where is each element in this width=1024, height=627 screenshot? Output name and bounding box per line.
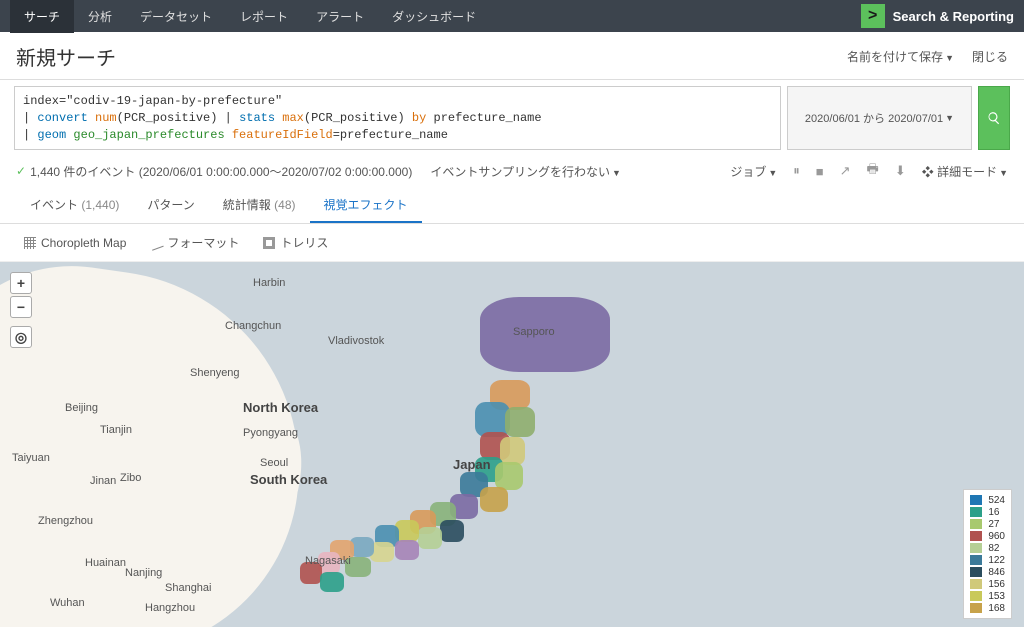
search-button[interactable] [978,86,1010,150]
legend-row: 27 [970,518,1005,530]
prefecture-shape[interactable] [418,527,442,549]
locate-button[interactable]: ◎ [10,326,32,348]
legend-row: 524 [970,494,1005,506]
legend-swatch [970,531,982,541]
stop-icon[interactable]: ■ [816,164,824,179]
sampling-dropdown[interactable]: イベントサンプリングを行わない▼ [430,163,621,180]
status-right: ジョブ▼ ⏸ ■ ↗ 🖶 ⬇ ❖ 詳細モード▼ [730,160,1008,182]
nav-alerts[interactable]: アラート [302,0,378,33]
legend-row: 168 [970,602,1005,614]
prefecture-shape[interactable] [345,557,371,577]
legend-value: 122 [988,555,1005,566]
top-navbar: サーチ 分析 データセット レポート アラート ダッシュボード > Search… [0,0,1024,32]
prefecture-shape[interactable] [320,572,344,592]
map-city-label: Vladivostok [328,335,384,347]
pause-icon[interactable]: ⏸ [793,163,800,179]
legend-row: 960 [970,530,1005,542]
format-icon [149,235,164,250]
legend-row: 153 [970,590,1005,602]
prefecture-shape[interactable] [480,297,610,372]
legend-value: 156 [988,579,1005,590]
choropleth-map[interactable]: + − ◎ HarbinChangchunVladivostokShenyeng… [0,262,1024,627]
topnav-right: > Search & Reporting [861,4,1014,28]
page-title: 新規サーチ [16,42,116,71]
viz-type-picker[interactable]: Choropleth Map [24,234,126,251]
legend-row: 122 [970,554,1005,566]
nav-reports[interactable]: レポート [226,0,302,33]
share-icon[interactable]: ↗ [840,163,851,179]
legend-value: 168 [988,603,1005,614]
search-row: index="codiv-19-japan-by-prefecture" | c… [0,80,1024,150]
legend-value: 846 [988,567,1005,578]
topnav-left: サーチ 分析 データセット レポート アラート ダッシュボード [10,0,490,33]
legend-swatch [970,519,982,529]
map-legend: 524162796082122846156153168 [963,489,1012,619]
title-actions: 名前を付けて保存▼ 閉じる [847,48,1008,65]
status-bar: ✓ 1,440 件のイベント (2020/06/01 0:00:00.000〜2… [0,150,1024,188]
event-count-text: 1,440 件のイベント (2020/06/01 0:00:00.000〜202… [30,163,412,180]
search-input[interactable]: index="codiv-19-japan-by-prefecture" | c… [14,86,781,150]
legend-value: 27 [988,519,999,530]
legend-swatch [970,555,982,565]
title-bar: 新規サーチ 名前を付けて保存▼ 閉じる [0,32,1024,80]
legend-swatch [970,543,982,553]
prefecture-shape[interactable] [300,562,322,584]
prefecture-shape[interactable] [480,487,508,512]
legend-value: 16 [988,507,999,518]
viz-format-button[interactable]: フォーマット [150,234,239,251]
legend-swatch [970,507,982,517]
brand-text: Search & Reporting [893,9,1014,24]
map-city-label: Harbin [253,277,285,289]
close-button[interactable]: 閉じる [972,48,1008,65]
nav-datasets[interactable]: データセット [126,0,226,33]
zoom-out-button[interactable]: − [10,296,32,318]
job-menu[interactable]: ジョブ▼ [730,163,777,180]
tab-visualization[interactable]: 視覚エフェクト [310,188,422,223]
prefecture-shape[interactable] [495,462,523,490]
print-icon[interactable]: 🖶 [867,160,879,182]
search-icon [987,111,1001,125]
prefecture-shape[interactable] [505,407,535,437]
legend-swatch [970,579,982,589]
zoom-in-button[interactable]: + [10,272,32,294]
tab-events[interactable]: イベント (1,440) [16,188,133,223]
legend-row: 16 [970,506,1005,518]
tab-patterns[interactable]: パターン [133,188,208,223]
nav-analysis[interactable]: 分析 [74,0,126,33]
legend-row: 82 [970,542,1005,554]
prefecture-shape[interactable] [395,540,419,560]
legend-swatch [970,495,982,505]
nav-dashboards[interactable]: ダッシュボード [378,0,490,33]
viz-toolbar: Choropleth Map フォーマット トレリス [0,224,1024,262]
status-left: ✓ 1,440 件のイベント (2020/06/01 0:00:00.000〜2… [16,163,621,180]
map-controls: + − ◎ [10,272,32,348]
nav-search[interactable]: サーチ [10,0,74,33]
check-icon: ✓ [16,164,26,178]
prefecture-shape[interactable] [500,437,525,465]
tab-statistics[interactable]: 統計情報 (48) [209,188,310,223]
prefecture-shape[interactable] [440,520,464,542]
legend-value: 524 [988,495,1005,506]
export-icon[interactable]: ⬇ [895,163,906,179]
time-range-picker[interactable]: 2020/06/01 から 2020/07/01▼ [787,86,972,150]
trellis-icon [263,237,275,249]
result-tabs: イベント (1,440) パターン 統計情報 (48) 視覚エフェクト [0,188,1024,224]
legend-row: 846 [970,566,1005,578]
legend-value: 82 [988,543,999,554]
legend-value: 960 [988,531,1005,542]
legend-swatch [970,603,982,613]
viz-trellis-button[interactable]: トレリス [263,234,328,251]
legend-swatch [970,567,982,577]
brand-logo-icon: > [861,4,885,28]
legend-row: 156 [970,578,1005,590]
choropleth-icon [24,237,36,249]
mode-dropdown[interactable]: ❖ 詳細モード▼ [922,163,1008,180]
save-as-button[interactable]: 名前を付けて保存▼ [847,48,954,65]
